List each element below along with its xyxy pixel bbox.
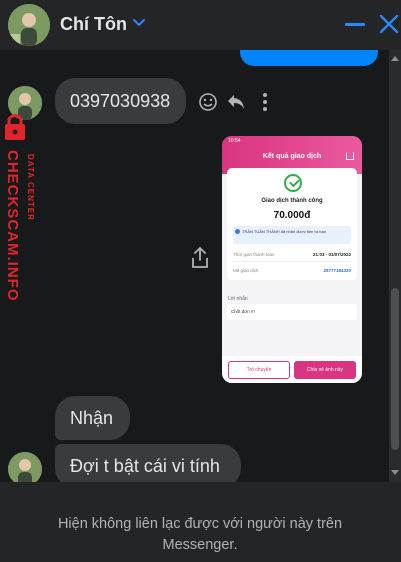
received-message-2[interactable]: Đợi t bật cái vi tính bbox=[55, 444, 241, 482]
receipt-amount: 70.000đ bbox=[273, 210, 311, 221]
chat-header: Chí Tôn bbox=[0, 0, 401, 50]
scroll-up-icon[interactable] bbox=[391, 56, 399, 61]
receipt-buttons: Trò chuyện Chia sẻ ảnh này bbox=[222, 356, 362, 383]
sent-message-bubble[interactable] bbox=[240, 50, 378, 66]
receipt-note: TRẦN TUẤN THÀNH đã nhận được tiền từ bạn bbox=[233, 226, 351, 244]
message-text: Đợi t bật cái vi tính bbox=[70, 456, 220, 476]
contact-avatar[interactable] bbox=[8, 4, 50, 46]
received-message-1[interactable]: Nhận bbox=[55, 396, 130, 440]
receipt-chat-button: Trò chuyện bbox=[228, 361, 290, 379]
info-icon bbox=[235, 229, 240, 234]
message-list[interactable]: 0397030938 DATA CENTER CHECKSCAM.INFO 10… bbox=[0, 50, 401, 482]
share-icon[interactable] bbox=[190, 246, 210, 270]
watermark: DATA CENTER CHECKSCAM.INFO bbox=[2, 112, 46, 312]
scrollbar[interactable] bbox=[389, 50, 401, 482]
contact-name[interactable]: Chí Tôn bbox=[60, 14, 127, 35]
composer-notice: Hiện không liên lạc được với người này t… bbox=[0, 500, 401, 562]
receipt-success-text: Giao dịch thành công bbox=[261, 198, 323, 204]
receipt-card: Giao dịch thành công 70.000đ TRẦN TUẤN T… bbox=[227, 168, 357, 280]
watermark-line2: CHECKSCAM.INFO bbox=[4, 150, 21, 302]
reply-icon[interactable] bbox=[226, 93, 246, 111]
receipt-share-button: Chia sẻ ảnh này bbox=[294, 361, 356, 379]
watermark-line1: DATA CENTER bbox=[26, 154, 35, 221]
payment-receipt-image[interactable]: 10:54 Kết quả giao dịch Giao dịch thành … bbox=[222, 136, 362, 383]
minimize-icon[interactable] bbox=[345, 23, 365, 26]
receipt-time-row: Thời gian thanh toán 21:03 - 01/07/2022 bbox=[233, 252, 351, 257]
chevron-down-icon[interactable] bbox=[131, 15, 147, 31]
message-actions bbox=[198, 90, 278, 114]
emoji-react-icon[interactable] bbox=[198, 92, 218, 112]
message-text: 0397030938 bbox=[70, 91, 171, 111]
receipt-code-row: Mã giao dịch 25777184320 bbox=[233, 268, 351, 273]
message-text: Nhận bbox=[70, 408, 114, 428]
home-icon bbox=[346, 152, 354, 160]
success-check-icon bbox=[284, 174, 302, 192]
scroll-down-icon[interactable] bbox=[391, 470, 399, 475]
scrollbar-thumb[interactable] bbox=[391, 288, 399, 450]
received-message-phone[interactable]: 0397030938 bbox=[55, 78, 186, 124]
more-options-icon[interactable] bbox=[262, 92, 268, 112]
receipt-message-value: Chốt đơn !!! bbox=[227, 304, 357, 320]
receipt-status-bar: 10:54 bbox=[228, 138, 241, 144]
contact-avatar-small bbox=[8, 452, 42, 482]
receipt-message-label: Lời nhắn bbox=[228, 296, 248, 302]
close-icon[interactable] bbox=[377, 12, 401, 36]
receipt-title: Kết quả giao dịch bbox=[262, 153, 322, 160]
unavailable-notice: Hiện không liên lạc được với người này t… bbox=[57, 516, 343, 553]
divider bbox=[233, 261, 351, 262]
